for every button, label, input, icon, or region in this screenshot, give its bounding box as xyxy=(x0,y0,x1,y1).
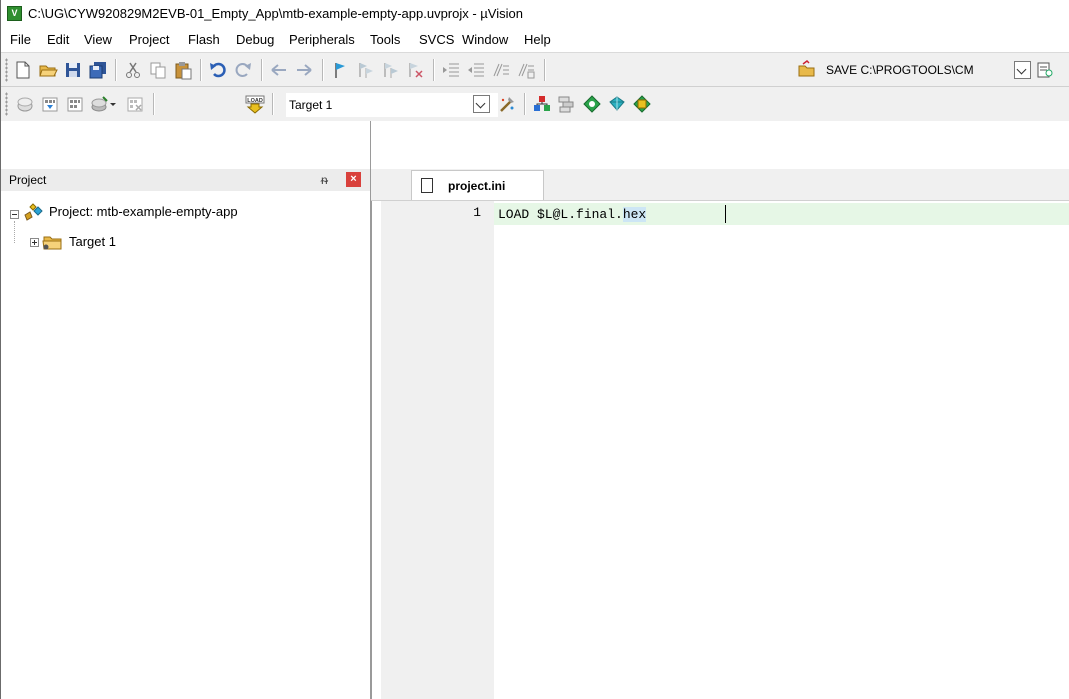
toolbar-separator xyxy=(322,59,324,81)
manage-run-time-environment-icon[interactable] xyxy=(582,94,602,114)
code-text-plain: LOAD $L@L.final. xyxy=(498,207,623,222)
current-line-highlight: LOAD $L@L.final.hex xyxy=(494,203,1069,225)
paste-icon[interactable] xyxy=(173,60,193,80)
build-icon[interactable] xyxy=(40,94,60,114)
clear-bookmarks-icon[interactable] xyxy=(405,60,425,80)
code-editor[interactable]: LOAD $L@L.final.hex xyxy=(494,201,1069,699)
previous-bookmark-icon[interactable] xyxy=(355,60,375,80)
folder-icon xyxy=(41,233,63,251)
menu-bar: File Edit View Project Flash Debug Perip… xyxy=(1,28,1069,50)
download-load-icon[interactable]: LOAD xyxy=(245,94,265,114)
batch-build-dropdown-arrow[interactable] xyxy=(108,94,118,114)
tab-label: project.ini xyxy=(448,179,506,193)
incremental-find-icon[interactable] xyxy=(1035,60,1055,80)
toolbar-separator xyxy=(261,59,263,81)
open-folder-icon[interactable] xyxy=(38,60,58,80)
close-panel-icon[interactable]: × xyxy=(346,172,361,187)
menu-tools[interactable]: Tools xyxy=(370,32,400,47)
target-select-value: Target 1 xyxy=(289,98,333,112)
menu-edit[interactable]: Edit xyxy=(47,32,69,47)
chevron-down-icon xyxy=(1016,64,1027,75)
uvision-window: V C:\UG\CYW920829M2EVB-01_Empty_App\mtb-… xyxy=(0,0,1069,699)
toolbar-grip[interactable] xyxy=(5,92,8,116)
indent-icon[interactable] xyxy=(441,60,461,80)
chevron-down-icon xyxy=(475,98,486,109)
code-line[interactable]: LOAD $L@L.final.hex xyxy=(498,207,647,222)
toolbar-separator xyxy=(433,59,435,81)
menu-svcs[interactable]: SVCS xyxy=(419,32,454,47)
menu-file[interactable]: File xyxy=(10,32,31,47)
insert-bookmark-icon[interactable] xyxy=(330,60,350,80)
stop-build-icon[interactable] xyxy=(125,94,145,114)
comment-selection-icon[interactable] xyxy=(491,60,511,80)
text-caret xyxy=(725,205,726,223)
cut-icon[interactable] xyxy=(123,60,143,80)
manage-project-items-icon[interactable] xyxy=(532,94,552,114)
find-combo-dropdown-button[interactable] xyxy=(1014,61,1031,79)
build-toolbar: LOAD Target 1 xyxy=(1,87,1069,121)
new-file-icon[interactable] xyxy=(13,60,33,80)
navigate-forward-icon[interactable] xyxy=(294,60,314,80)
project-icon xyxy=(22,203,44,223)
target-1-label[interactable]: Target 1 xyxy=(69,234,116,249)
rebuild-icon[interactable] xyxy=(65,94,85,114)
select-software-packs-icon[interactable] xyxy=(632,94,652,114)
save-all-icon[interactable] xyxy=(88,60,108,80)
toolbar-grip[interactable] xyxy=(5,58,8,82)
title-bar: V C:\UG\CYW920829M2EVB-01_Empty_App\mtb-… xyxy=(1,0,1069,28)
uvision-app-icon: V xyxy=(7,6,22,21)
expand-target-icon[interactable] xyxy=(30,238,39,247)
toolbar-separator xyxy=(544,59,546,81)
undo-icon[interactable] xyxy=(208,60,228,80)
redo-icon[interactable] xyxy=(233,60,253,80)
save-icon[interactable] xyxy=(63,60,83,80)
menu-help[interactable]: Help xyxy=(524,32,551,47)
project-root-label[interactable]: Project: mtb-example-empty-app xyxy=(49,204,238,219)
uncomment-selection-icon[interactable] xyxy=(516,60,536,80)
toolbar-separator xyxy=(153,93,155,115)
menu-view[interactable]: View xyxy=(84,32,112,47)
navigate-back-icon[interactable] xyxy=(269,60,289,80)
unindent-icon[interactable] xyxy=(466,60,486,80)
menu-debug[interactable]: Debug xyxy=(236,32,274,47)
target-options-icon[interactable] xyxy=(497,94,517,114)
select-packs-icon[interactable] xyxy=(557,94,577,114)
menu-flash[interactable]: Flash xyxy=(188,32,220,47)
document-icon xyxy=(421,178,433,193)
collapse-project-icon[interactable] xyxy=(10,210,19,219)
menu-project[interactable]: Project xyxy=(129,32,169,47)
editor-tabstrip: project.ini xyxy=(371,169,1069,201)
editor-pane: project.ini 1 LOAD $L@L.final.hex xyxy=(371,169,1069,699)
load-icon-label: LOAD xyxy=(247,98,263,104)
menu-window[interactable]: Window xyxy=(462,32,508,47)
find-combo-value[interactable]: SAVE C:\PROGTOOLS\CM xyxy=(826,63,974,77)
project-panel-header: Project ᵰ × xyxy=(1,169,370,191)
line-number-gutter: 1 xyxy=(381,201,494,699)
next-bookmark-icon[interactable] xyxy=(380,60,400,80)
find-in-files-icon[interactable] xyxy=(797,60,817,80)
menu-peripherals[interactable]: Peripherals xyxy=(289,32,355,47)
tab-project-ini[interactable]: project.ini xyxy=(411,170,544,200)
toolbar-separator xyxy=(272,93,274,115)
toolbar-separator xyxy=(524,93,526,115)
line-number: 1 xyxy=(473,205,481,220)
pack-installer-icon[interactable] xyxy=(607,94,627,114)
code-text-selected: hex xyxy=(622,207,647,222)
target-select-dropdown-button[interactable] xyxy=(473,95,490,113)
batch-build-icon[interactable] xyxy=(90,94,110,114)
pin-icon[interactable]: ᵰ xyxy=(321,173,328,187)
tree-connector xyxy=(14,221,16,243)
toolbar-separator xyxy=(200,59,202,81)
file-toolbar: SAVE C:\PROGTOOLS\CM xyxy=(1,52,1069,87)
toolbar-separator xyxy=(115,59,117,81)
translate-icon[interactable] xyxy=(15,94,35,114)
copy-icon[interactable] xyxy=(148,60,168,80)
window-title: C:\UG\CYW920829M2EVB-01_Empty_App\mtb-ex… xyxy=(28,6,523,21)
project-panel-title: Project xyxy=(9,173,47,187)
